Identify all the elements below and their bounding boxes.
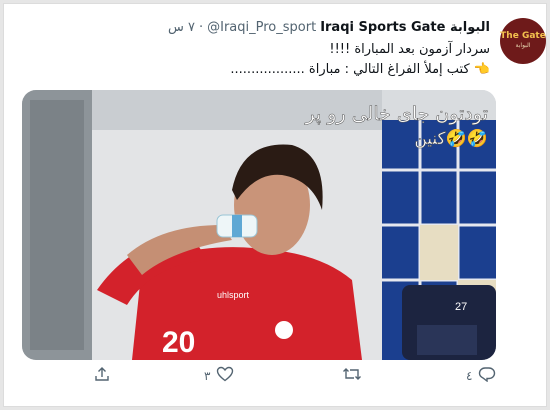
reply-count: ٤ bbox=[466, 368, 473, 383]
separator-dot: · bbox=[198, 19, 204, 35]
tweet-header: Iraqi Sports Gate البوابة @Iraqi_Pro_spo… bbox=[168, 16, 490, 38]
display-name[interactable]: Iraqi Sports Gate البوابة bbox=[320, 20, 490, 35]
share-icon bbox=[94, 366, 110, 385]
tweet-card: The Gate البوابة Iraqi Sports Gate البوا… bbox=[3, 3, 547, 407]
like-button[interactable]: ٣ bbox=[204, 366, 234, 385]
tweet-text-line-2: 👈 كتب إملأ الفراغ التالي : مباراة ......… bbox=[230, 62, 490, 77]
jersey-number: 20 bbox=[162, 326, 195, 359]
reply-button[interactable]: ٤ bbox=[466, 366, 496, 385]
jersey-brand: uhlsport bbox=[217, 290, 250, 300]
photo-overlay-line-1: تودتون جای خالی رو پر bbox=[305, 103, 488, 125]
action-bar: ٣ ٤ bbox=[94, 366, 504, 394]
avatar-logo-subtext: البوابة bbox=[515, 42, 531, 49]
retweet-button[interactable] bbox=[342, 366, 368, 385]
tweet-text-line-1: سردار آزمون بعد المباراة !!!! bbox=[329, 42, 490, 57]
retweet-icon bbox=[342, 366, 362, 385]
photo-scene: 27 20 uhlsport تودتون جای خالی رو پر کنی… bbox=[22, 90, 496, 360]
reply-icon bbox=[478, 366, 496, 385]
pointing-left-icon: 👈 bbox=[473, 62, 490, 77]
avatar[interactable]: The Gate البوابة bbox=[500, 18, 546, 64]
timestamp[interactable]: ٧ س bbox=[168, 20, 195, 35]
avatar-logo-text: The Gate bbox=[500, 31, 546, 41]
photo-overlay-line-2: کنین🤣🤣 bbox=[414, 128, 488, 149]
user-handle[interactable]: @Iraqi_Pro_sport bbox=[207, 20, 316, 35]
share-button[interactable] bbox=[94, 366, 116, 385]
heart-icon bbox=[216, 366, 234, 385]
tweet-photo[interactable]: 27 20 uhlsport تودتون جای خالی رو پر کنی… bbox=[22, 90, 496, 360]
bag-number: 27 bbox=[455, 301, 467, 313]
tweet-text-line-2-content: كتب إملأ الفراغ التالي : مباراة ........… bbox=[230, 62, 470, 77]
like-count: ٣ bbox=[204, 368, 211, 383]
